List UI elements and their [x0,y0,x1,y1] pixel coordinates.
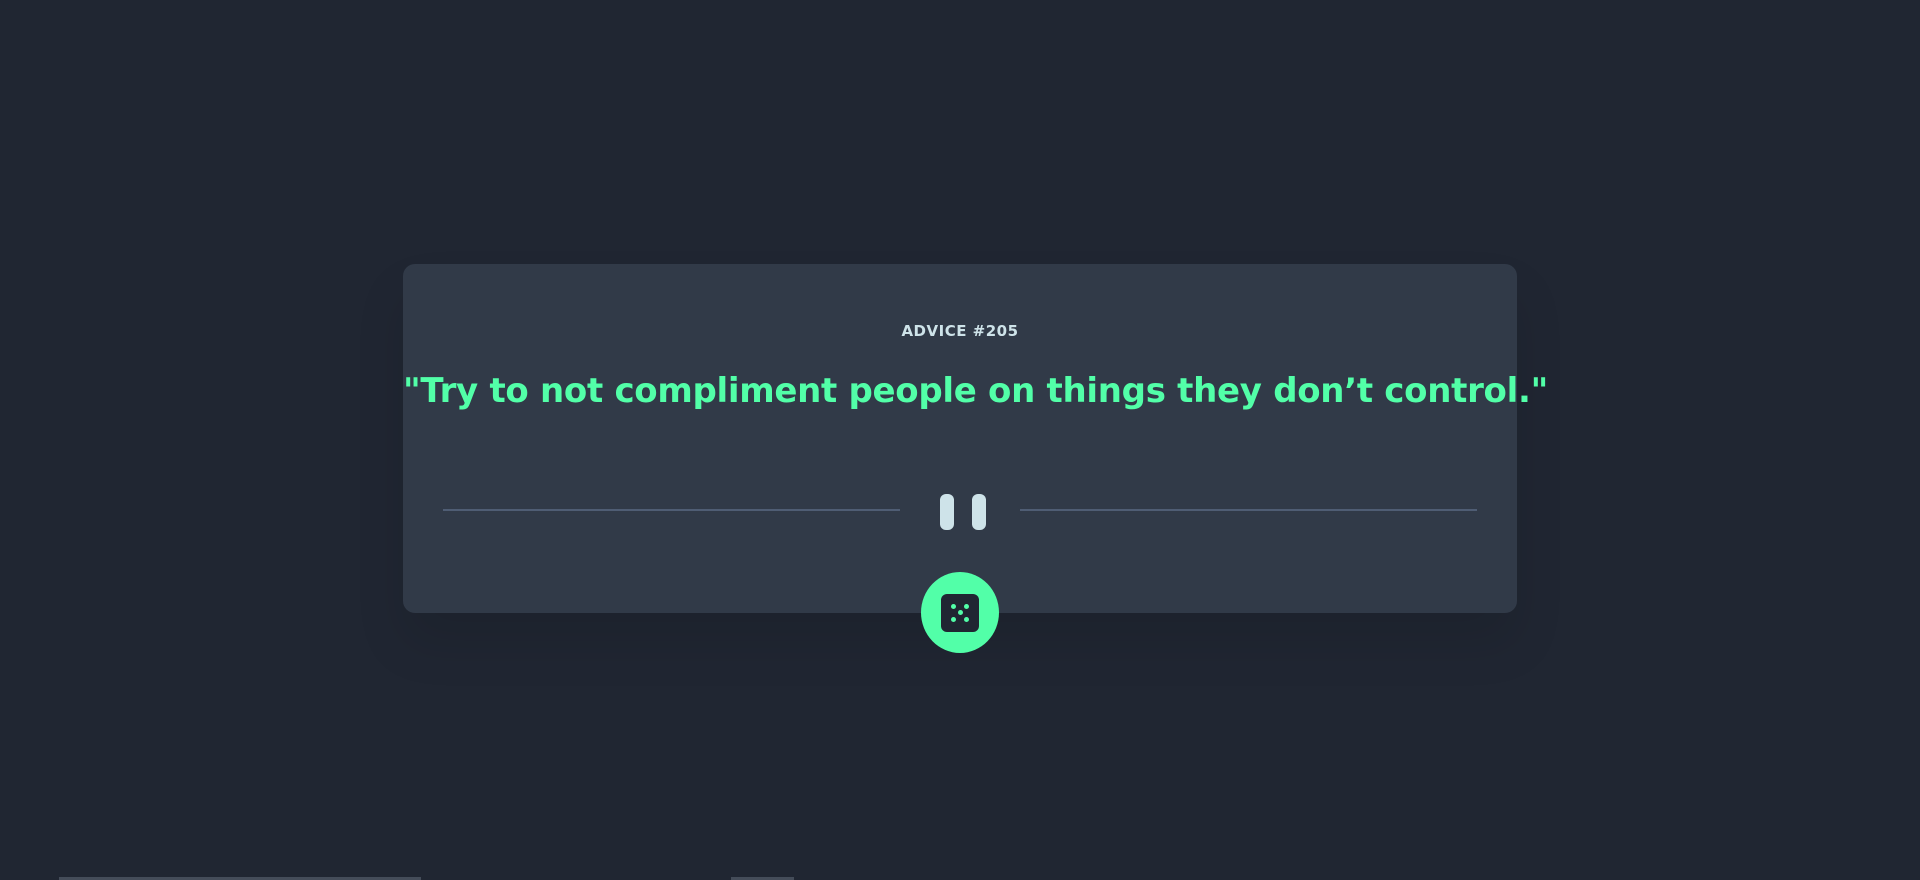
divider-line-right [1020,509,1477,511]
dice-pip [957,610,963,615]
dice-pip [951,603,956,609]
new-advice-button[interactable] [921,572,999,653]
dice-pip [964,603,969,609]
dice-pip [951,616,956,622]
dice-icon [941,593,979,632]
pause-bar-left [940,494,954,530]
advice-heading: ADVICE #205 [901,322,1019,340]
pause-bar-right [972,494,986,530]
pattern-divider [443,490,1477,530]
page: ADVICE #205 "Try to not compliment peopl… [0,0,1920,880]
advice-quote: "Try to not compliment people on things … [403,371,1548,411]
pause-icon [940,494,988,530]
divider-line-left [443,509,900,511]
advice-card: ADVICE #205 "Try to not compliment peopl… [403,264,1548,613]
dice-pip [964,616,969,622]
